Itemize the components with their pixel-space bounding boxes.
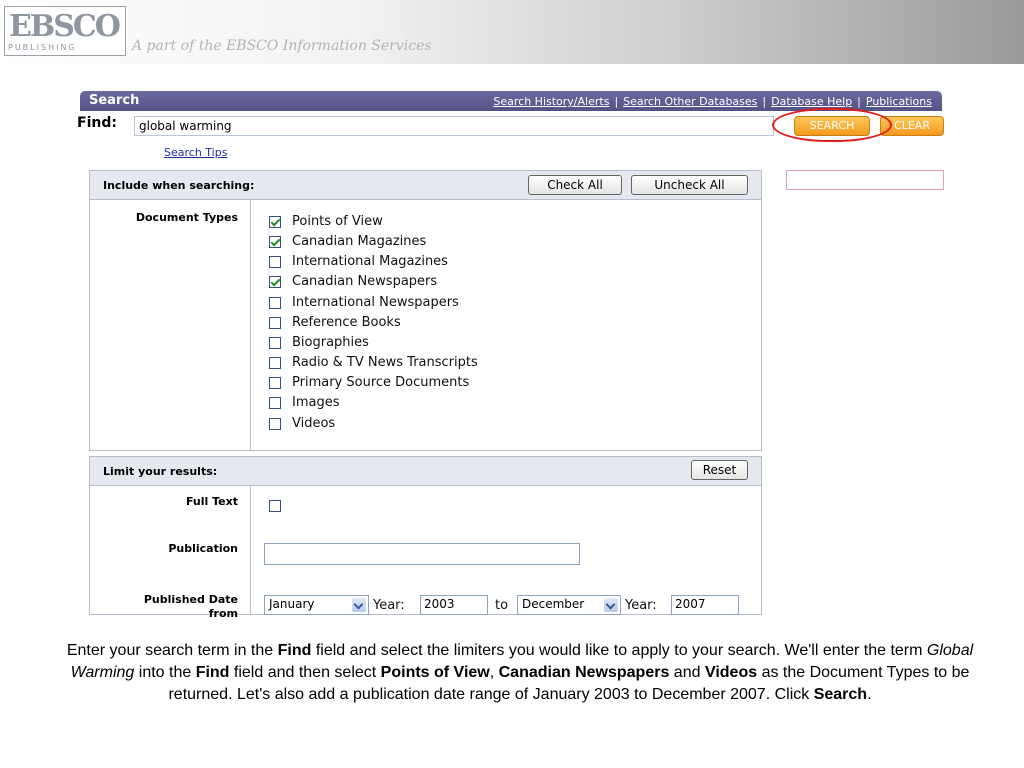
document-type-label: International Magazines [292, 254, 448, 270]
document-type-label: Biographies [292, 334, 369, 350]
publication-input[interactable] [264, 543, 580, 565]
from-year-input[interactable]: 2003 [420, 595, 488, 615]
from-year-label: Year: [373, 598, 405, 613]
to-year-input[interactable]: 2007 [671, 595, 739, 615]
logo-main-text: EBSCO [9, 9, 121, 44]
database-help-link[interactable]: Database Help [771, 95, 852, 108]
instr-part: field and then select [229, 664, 381, 681]
to-year-label: Year: [625, 598, 657, 613]
to-month-select[interactable]: December [517, 595, 621, 615]
link-separator: | [762, 95, 767, 108]
document-type-label: Primary Source Documents [292, 375, 470, 391]
document-type-label: Points of View [292, 214, 383, 229]
document-type-label: Images [292, 395, 340, 411]
instructions-text: Enter your search term in the Find field… [60, 640, 980, 706]
instr-bold-videos: Videos [704, 664, 758, 681]
document-type-label: International Newspapers [292, 294, 459, 310]
chevron-down-icon[interactable] [352, 598, 366, 612]
find-input[interactable]: global warming [134, 116, 774, 136]
uncheck-all-button[interactable]: Uncheck All [631, 175, 748, 195]
to-label: to [495, 598, 509, 613]
document-type-checkbox[interactable] [269, 216, 281, 228]
document-type-label: Radio & TV News Transcripts [292, 355, 478, 371]
document-type-label: Canadian Newspapers [292, 274, 438, 290]
instr-part: and [669, 664, 705, 681]
publication-label: Publication [168, 542, 238, 555]
from-month-select[interactable]: January [264, 595, 369, 615]
limit-title: Limit your results: [103, 465, 218, 478]
limit-panel: Limit your results: Reset Full Text Publ… [89, 456, 762, 620]
document-type-checkbox[interactable] [269, 357, 281, 370]
instr-bold-pov: Points of View [380, 664, 490, 681]
full-text-checkbox[interactable] [269, 500, 281, 512]
full-text-label: Full Text [185, 495, 238, 508]
publications-link[interactable]: Publications [866, 95, 932, 108]
logo-sub-text: PUBLISHING [8, 43, 77, 52]
include-title: Include when searching: [103, 179, 255, 192]
to-month-value: December [522, 597, 585, 611]
document-type-checkbox[interactable] [269, 236, 281, 249]
column-divider [250, 485, 251, 614]
header-banner: EBSCO PUBLISHING A part of the EBSCO Inf… [0, 0, 1024, 64]
instr-part: Enter your search term in the [66, 642, 278, 659]
instr-part: field and select the limiters you would … [311, 642, 927, 659]
document-type-checkbox[interactable] [269, 256, 281, 269]
document-type-checkbox[interactable] [269, 397, 281, 410]
instr-part: . [867, 686, 872, 703]
reset-button[interactable]: Reset [691, 460, 748, 480]
search-history-link[interactable]: Search History/Alerts [493, 95, 609, 108]
instr-bold-search: Search [813, 686, 868, 703]
include-panel: Include when searching: Check All Unchec… [89, 170, 762, 451]
document-type-checkbox[interactable] [269, 316, 281, 329]
document-type-label: Reference Books [292, 314, 401, 330]
document-type-checkbox[interactable] [269, 296, 281, 309]
document-type-label: Canadian Magazines [292, 234, 427, 250]
document-types-label: Document Types [135, 211, 238, 224]
limit-panel-header: Limit your results: Reset [90, 457, 761, 486]
chevron-down-icon[interactable] [604, 598, 618, 612]
instr-part: into the [134, 664, 196, 681]
document-type-label: Videos [292, 415, 336, 431]
published-date-label: Published Date from [90, 593, 238, 621]
link-separator: | [857, 95, 861, 108]
ebsco-logo: EBSCO PUBLISHING [4, 6, 126, 56]
document-type-checkbox[interactable] [269, 377, 281, 390]
search-header-bar: Search Search History/Alerts | Search Othe… [80, 91, 942, 111]
document-type-checkbox[interactable] [269, 276, 281, 289]
document-type-checkbox[interactable] [269, 417, 281, 430]
document-type-checkbox[interactable] [269, 336, 281, 349]
instr-bold-canadian-newspapers: Canadian Newspapers [498, 664, 670, 681]
search-other-databases-link[interactable]: Search Other Databases [623, 95, 757, 108]
search-tips-link[interactable]: Search Tips [164, 146, 227, 159]
check-all-button[interactable]: Check All [528, 175, 622, 195]
side-input-box[interactable] [786, 170, 944, 190]
instr-bold-find: Find [195, 664, 230, 681]
clear-button[interactable]: CLEAR [880, 116, 944, 136]
instr-part: , [489, 664, 499, 681]
search-title: Search [89, 93, 140, 108]
top-links: Search History/Alerts | Search Other Datab… [493, 95, 932, 108]
link-separator: | [614, 95, 619, 108]
instr-bold-find: Find [277, 642, 312, 659]
find-label: Find: [77, 115, 117, 131]
column-divider [250, 199, 251, 450]
from-month-value: January [269, 597, 315, 611]
search-button[interactable]: SEARCH [794, 116, 870, 136]
published-date-line2: from [208, 607, 238, 620]
include-panel-header: Include when searching: Check All Unchec… [90, 171, 761, 200]
tagline: A part of the EBSCO Information Services [132, 38, 432, 54]
published-date-line1: Published Date [143, 593, 238, 606]
